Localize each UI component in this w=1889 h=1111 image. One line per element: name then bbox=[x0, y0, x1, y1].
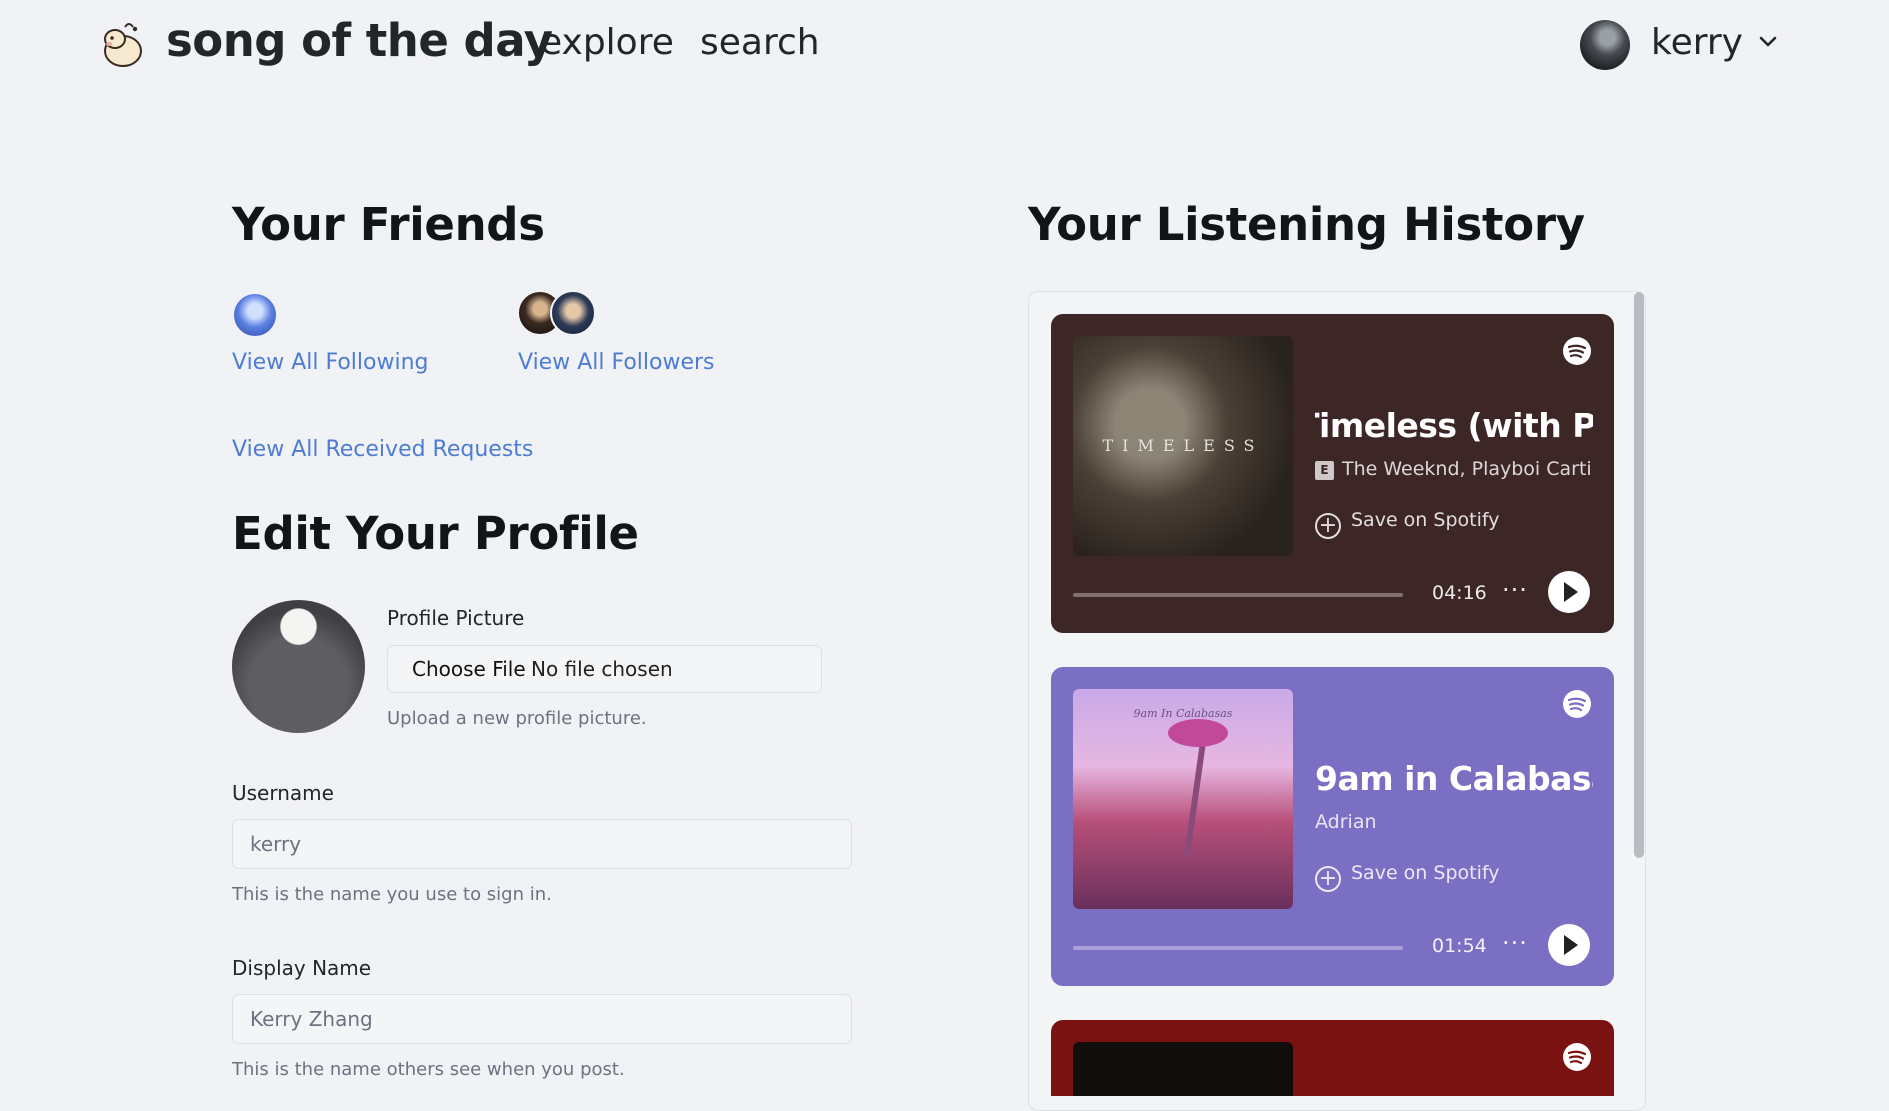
display-name-label: Display Name bbox=[232, 956, 372, 980]
display-name-hint: This is the name others see when you pos… bbox=[232, 1059, 625, 1080]
file-input[interactable]: Choose File No file chosen bbox=[387, 645, 822, 693]
play-button[interactable] bbox=[1548, 571, 1590, 613]
brand-title[interactable]: song of the day bbox=[166, 14, 553, 67]
view-received-requests-link[interactable]: View All Received Requests bbox=[232, 437, 533, 462]
album-art bbox=[1073, 1042, 1293, 1096]
track-duration: 04:16 bbox=[1432, 582, 1487, 604]
progress-bar[interactable] bbox=[1073, 946, 1403, 950]
track-title[interactable]: Timeless (with Playboi Carti) bbox=[1315, 406, 1593, 445]
album-art: 9am In Calabasas bbox=[1073, 689, 1293, 909]
nav-search[interactable]: search bbox=[700, 22, 820, 63]
save-label: Save on Spotify bbox=[1351, 862, 1500, 884]
chevron-down-icon[interactable] bbox=[1756, 30, 1780, 54]
username-field[interactable]: kerry bbox=[232, 819, 852, 869]
album-art-text: 9am In Calabasas bbox=[1133, 707, 1233, 720]
save-label: Save on Spotify bbox=[1351, 509, 1500, 531]
username-hint: This is the name you use to sign in. bbox=[232, 884, 552, 905]
file-status: No file chosen bbox=[531, 657, 673, 681]
following-avatar[interactable] bbox=[232, 292, 278, 338]
album-art-text: TIMELESS bbox=[1102, 436, 1264, 455]
more-options-icon[interactable]: ··· bbox=[1502, 929, 1528, 957]
display-name-field[interactable]: Kerry Zhang bbox=[232, 994, 852, 1044]
track-artist[interactable]: E The Weeknd, Playboi Carti bbox=[1315, 458, 1592, 480]
listening-history-heading: Your Listening History bbox=[1028, 198, 1585, 251]
play-button[interactable] bbox=[1548, 924, 1590, 966]
track-artist-text[interactable]: The Weeknd, Playboi Carti bbox=[1342, 458, 1592, 480]
track-card[interactable]: TIMELESS Timeless (with Playboi Carti) E… bbox=[1051, 314, 1614, 633]
spotify-icon[interactable] bbox=[1562, 1042, 1592, 1072]
user-avatar[interactable] bbox=[1580, 20, 1630, 70]
profile-picture-label: Profile Picture bbox=[387, 606, 525, 630]
save-on-spotify-button[interactable]: + Save on Spotify bbox=[1315, 509, 1499, 539]
plus-circle-icon: + bbox=[1315, 513, 1341, 539]
follower-avatar[interactable] bbox=[550, 290, 596, 336]
album-art: TIMELESS bbox=[1073, 336, 1293, 556]
view-all-followers-link[interactable]: View All Followers bbox=[518, 350, 715, 375]
username-label: Username bbox=[232, 781, 334, 805]
user-name[interactable]: kerry bbox=[1651, 22, 1743, 63]
view-all-following-link[interactable]: View All Following bbox=[232, 350, 429, 375]
edit-profile-heading: Edit Your Profile bbox=[232, 507, 639, 560]
track-duration: 01:54 bbox=[1432, 935, 1487, 957]
save-on-spotify-button[interactable]: + Save on Spotify bbox=[1315, 862, 1499, 892]
scrollbar[interactable] bbox=[1634, 292, 1644, 858]
track-card[interactable] bbox=[1051, 1020, 1614, 1096]
progress-bar[interactable] bbox=[1073, 593, 1403, 597]
profile-picture bbox=[232, 600, 365, 733]
more-options-icon[interactable]: ··· bbox=[1502, 576, 1528, 604]
track-artist[interactable]: Adrian bbox=[1315, 811, 1377, 833]
profile-picture-hint: Upload a new profile picture. bbox=[387, 708, 647, 729]
explicit-badge: E bbox=[1315, 461, 1334, 480]
spotify-icon[interactable] bbox=[1562, 336, 1592, 366]
nav-explore[interactable]: explore bbox=[540, 22, 674, 63]
track-title[interactable]: 9am in Calabasas bbox=[1315, 759, 1593, 798]
spotify-icon[interactable] bbox=[1562, 689, 1592, 719]
capybara-logo-icon[interactable] bbox=[97, 19, 149, 71]
choose-file-button[interactable]: Choose File bbox=[412, 657, 526, 681]
plus-circle-icon: + bbox=[1315, 866, 1341, 892]
track-card[interactable]: 9am In Calabasas 9am in Calabasas Adrian… bbox=[1051, 667, 1614, 986]
friends-heading: Your Friends bbox=[232, 198, 545, 251]
